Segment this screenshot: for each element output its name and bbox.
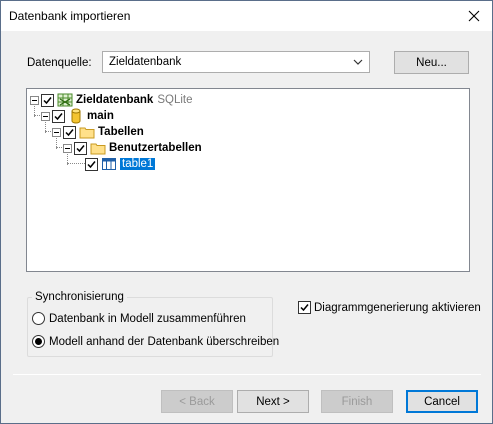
title-bar: Datenbank importieren: [1, 1, 492, 31]
next-button[interactable]: Next >: [237, 390, 309, 413]
sync-legend: Synchronisierung: [32, 291, 127, 303]
separator: [13, 374, 481, 375]
diagram-generation-label: Diagrammgenerierung aktivieren: [314, 301, 481, 314]
sync-groupbox: [27, 297, 273, 357]
folder-icon: [79, 124, 95, 140]
radio-selected-icon[interactable]: [32, 335, 45, 348]
sync-option-merge[interactable]: Datenbank in Modell zusammenführen: [32, 312, 246, 325]
cancel-button[interactable]: Cancel: [406, 390, 478, 413]
database-tree[interactable]: Zieldatenbank SQLite main Tabellen Benut…: [26, 88, 470, 272]
schema-cylinder-icon: [68, 108, 84, 124]
checkbox-checked-icon[interactable]: [52, 109, 65, 123]
collapse-icon[interactable]: [52, 127, 61, 137]
database-type: SQLite: [157, 94, 193, 106]
datasource-selected-value: Zieldatenbank: [109, 56, 182, 68]
new-datasource-button[interactable]: Neu...: [394, 51, 469, 74]
database-grid-icon: [57, 92, 73, 108]
collapse-icon[interactable]: [41, 111, 50, 121]
sync-option-merge-label: Datenbank in Modell zusammenführen: [49, 312, 246, 325]
collapse-icon[interactable]: [30, 95, 39, 105]
sync-option-overwrite[interactable]: Modell anhand der Datenbank überschreibe…: [32, 335, 279, 348]
folder-icon: [90, 140, 106, 156]
checkbox-checked-icon[interactable]: [74, 141, 87, 155]
datasource-label: Datenquelle:: [27, 57, 92, 69]
close-icon[interactable]: [460, 3, 488, 29]
import-database-dialog: Datenbank importieren Datenquelle: Zield…: [0, 0, 493, 424]
checkbox-checked-icon[interactable]: [41, 93, 54, 107]
tree-node-schema[interactable]: main: [41, 108, 114, 124]
back-button[interactable]: < Back: [161, 390, 233, 413]
checkbox-checked-icon[interactable]: [298, 301, 311, 314]
chevron-down-icon: [353, 57, 363, 70]
schema-name: main: [87, 110, 114, 122]
collapse-icon[interactable]: [63, 143, 72, 153]
sync-option-overwrite-label: Modell anhand der Datenbank überschreibe…: [49, 335, 280, 348]
tree-node-database[interactable]: Zieldatenbank SQLite: [30, 92, 193, 108]
user-tables-label: Benutzertabellen: [109, 142, 202, 154]
radio-unselected-icon[interactable]: [32, 312, 45, 325]
checkbox-checked-icon[interactable]: [63, 125, 76, 139]
checkbox-checked-icon[interactable]: [85, 157, 98, 171]
datasource-select[interactable]: Zieldatenbank: [102, 51, 370, 73]
diagram-generation-checkbox[interactable]: Diagrammgenerierung aktivieren: [298, 301, 481, 314]
table-icon: [101, 156, 117, 172]
table-name: table1: [120, 158, 156, 170]
database-name: Zieldatenbank: [76, 94, 154, 106]
tables-folder-label: Tabellen: [98, 126, 144, 138]
tree-node-user-tables[interactable]: Benutzertabellen: [63, 140, 202, 156]
finish-button[interactable]: Finish: [321, 390, 393, 413]
tree-node-tables-folder[interactable]: Tabellen: [52, 124, 144, 140]
dialog-title: Datenbank importieren: [9, 9, 131, 23]
tree-node-table[interactable]: table1: [85, 156, 156, 172]
